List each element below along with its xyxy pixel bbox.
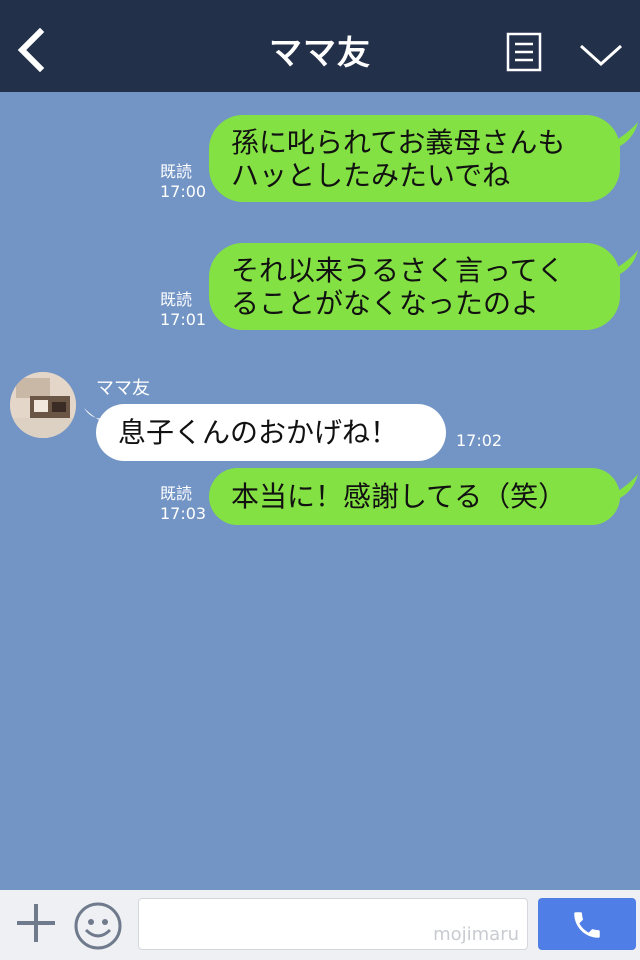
- smile-icon[interactable]: [72, 900, 124, 952]
- my-message-bubble[interactable]: 本当に！感謝してる（笑）: [209, 468, 620, 525]
- read-receipt: 既読 17:00: [160, 162, 207, 201]
- document-menu-icon[interactable]: [506, 32, 542, 72]
- call-button[interactable]: [538, 898, 636, 950]
- message-input[interactable]: mojimaru: [138, 898, 528, 950]
- chat-header: ママ友: [0, 0, 640, 92]
- message-text-line: ハッとしたみたいでね: [231, 159, 511, 192]
- read-receipt: 既読 17:01: [160, 290, 207, 329]
- avatar-photo: [10, 372, 76, 438]
- plus-icon[interactable]: [14, 900, 58, 946]
- their-message-bubble[interactable]: 息子くんのおかげね！: [96, 404, 446, 461]
- my-message-bubble[interactable]: 孫に叱られてお義母さんも ハッとしたみたいでね: [209, 115, 620, 202]
- bubble-tail: [604, 474, 638, 498]
- phone-icon: [574, 912, 600, 938]
- sender-name: ママ友: [96, 378, 150, 399]
- chevron-down-icon[interactable]: [578, 42, 624, 68]
- my-message-bubble[interactable]: それ以来うるさく言ってく ることがなくなったのよ: [209, 243, 620, 330]
- message-text: 息子くんのおかげね！: [118, 416, 399, 449]
- message-text-line: ることがなくなったのよ: [231, 287, 540, 320]
- bubble-tail: [604, 250, 638, 274]
- message-time: 17:02: [456, 431, 503, 450]
- watermark-text: mojimaru: [433, 924, 519, 945]
- chat-title: ママ友: [269, 33, 371, 72]
- bubble-tail: [604, 122, 638, 146]
- message-text: 本当に！感謝してる（笑）: [231, 480, 567, 513]
- message-text-line: それ以来うるさく言ってく: [231, 254, 565, 287]
- read-receipt: 既読 17:03: [160, 484, 207, 523]
- message-text-line: 孫に叱られてお義母さんも: [231, 126, 566, 159]
- contact-avatar[interactable]: [10, 372, 76, 438]
